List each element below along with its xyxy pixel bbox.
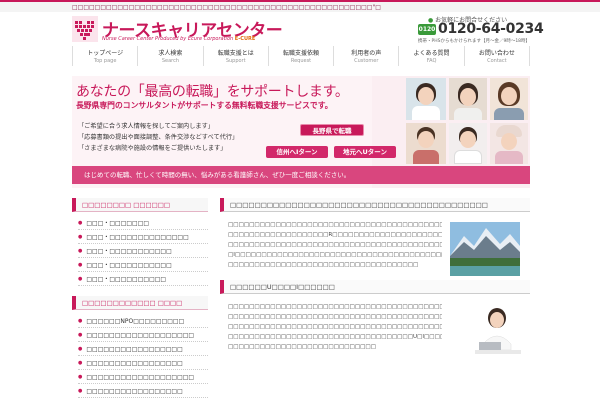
- sidebar-link[interactable]: □□□・□□□□□□□□□□□: [78, 244, 208, 258]
- sidebar-link[interactable]: □□□・□□□□□□□□□□: [78, 272, 208, 286]
- nav-sublabel: Contact: [487, 58, 507, 64]
- freedial-icon: 0120: [418, 24, 436, 35]
- site-logo[interactable]: ナースキャリアセンター Nurse Career Center Produced…: [72, 16, 283, 46]
- mountain-landscape-image: [450, 222, 520, 276]
- photo-woman-smiling: [490, 78, 528, 120]
- nav-label: 求人検索: [158, 50, 183, 57]
- contact-info: ● お気軽にお問合せください 0120 0120-64-0234 携帯・PHSか…: [418, 15, 544, 47]
- shinshu-i-turn-button[interactable]: 信州へIターン: [266, 146, 328, 158]
- nav-sublabel: Support: [225, 58, 246, 64]
- text-line: □□□□□□□□□□□□□□□□□□□R□□□□□□□□□□□□□□□□□□□□…: [228, 232, 442, 238]
- jimoto-u-turn-button[interactable]: 地元へUターン: [334, 146, 396, 158]
- text-line: □□□□□□□□□□□□□□□□□□□□□□□□□□□□□□□□□□□□□□□□…: [228, 324, 442, 330]
- sidebar-link[interactable]: □□□□□□□□□□□□□□□□□: [78, 356, 208, 370]
- announcement-text: □□□□□□□□□□□□□□□□□□□□□□□□□□□□□□□□□□□□□□□□…: [72, 4, 381, 11]
- hero-feature: 「応募書類の提出や面接調整、条件交渉などすべて代行」: [78, 134, 239, 141]
- sidebar-link[interactable]: □□□□□□□□□□□□□□□□□: [78, 342, 208, 356]
- section-body: □□□□□□□□□□□□□□□□□□□□□□□□□□□□ □□□□□□□□□□□□…: [220, 294, 530, 362]
- sidebar: □□□□□□□□ □□□□□□ □□□・□□□□□□□ □□□・□□□□□□□□…: [72, 198, 208, 400]
- text-line: □□□□□□□□□□□□□□□□□□□□□□□□□□□□□□□□□□□□□□□□…: [228, 222, 442, 228]
- section-title: □□□□□□U□□□□I□□□□□□: [220, 280, 530, 294]
- nav-sublabel: Search: [161, 58, 180, 64]
- text-line: □□□□□□□□□□□□□□□□□□□□□□□□□□□□□□□□□□□U□I□□…: [228, 334, 442, 340]
- phone-number[interactable]: 0120-64-0234: [438, 21, 544, 37]
- top-announcement-bar: □□□□□□□□□□□□□□□□□□□□□□□□□□□□□□□□□□□□□□□□…: [0, 0, 600, 12]
- nav-sublabel: Top page: [93, 58, 117, 64]
- text-line: □□□□□□□□□□□□□□□□□□□□□□□□□□□□□□□□□□□□□□□□…: [228, 314, 442, 320]
- sidebar-link[interactable]: □□□・□□□□□□□□□□□□□□: [78, 230, 208, 244]
- nav-top[interactable]: トップページ Top page: [72, 46, 137, 66]
- section-title: □□□□□□□□□□□□□□□□□□□□□□□□□□□□□□□□□□□□□□□□…: [220, 198, 530, 212]
- nav-faq[interactable]: よくある質問 FAQ: [398, 46, 463, 66]
- text-line: □□□□□□□□□□□□□□□□□□□□□□□□□□□□□□□□□□□□□□□□…: [228, 242, 442, 248]
- section-text: □□□□□□□□□□□□□□□□□□□□□□□□□□□□ □□□□□□□□□□□□…: [228, 302, 442, 352]
- photo-nurse-white: [449, 123, 487, 164]
- sidebar-list: □□□・□□□□□□□ □□□・□□□□□□□□□□□□□□ □□□・□□□□□…: [72, 212, 208, 288]
- nav-contact[interactable]: お問い合わせ Contact: [463, 46, 530, 66]
- logo-brand: E-CURE: [234, 36, 256, 42]
- nav-sublabel: FAQ: [426, 58, 437, 64]
- hero-feature-list: 「ご希望に合う求人情報を探してご案内します」 「応募書類の提出や面接調整、条件交…: [78, 121, 238, 154]
- text-line: □□□□□□□□□□□□□□□□□□□□□□□□□□□□□□□□□□□□: [228, 262, 419, 268]
- sidebar-link[interactable]: □□□□□□□□□□□□□□□□□□□: [78, 370, 208, 384]
- sidebar-link[interactable]: □□□□□□NPO□□□□□□□□□: [78, 314, 208, 328]
- nav-support[interactable]: 転職支援とは Support: [202, 46, 268, 66]
- nav-label: お問い合わせ: [478, 50, 515, 57]
- text-line: □□□□□□□□□□□□□□□□□□□□□□□□□□□□□□□□□□□□□□□□…: [228, 304, 442, 310]
- photo-nurse-smiling: [406, 78, 446, 120]
- text-line: □I□□□□□□□□□□□□□□□□□□□□□□□□□□□□□□□□□□□□□□…: [228, 252, 442, 258]
- hero-consult-message: はじめての転職、忙しくて時間の無い、悩みがある看護師さん、ぜひ一度ご相談ください…: [72, 166, 530, 184]
- nav-sublabel: Customer: [354, 58, 379, 64]
- photo-child: [406, 123, 446, 164]
- nav-label: 転職支援とは: [217, 50, 254, 57]
- nagano-job-change-button[interactable]: 長野県で転職: [300, 124, 364, 136]
- nurse-at-laptop-image: [475, 304, 521, 354]
- sidebar-link[interactable]: □□□・□□□□□□□□□□□: [78, 258, 208, 272]
- logo-tagline-text: Nurse Career Center Produced by Ecure Co…: [102, 36, 234, 42]
- section-text: □□□□□□□□□□□□□□□□□□□□□□□□□□□□□□□□□□□□ □□□□…: [228, 220, 442, 270]
- nav-label: よくある質問: [413, 50, 450, 57]
- nav-search[interactable]: 求人検索 Search: [137, 46, 202, 66]
- photo-woman-portrait: [449, 78, 487, 120]
- photo-woman-hat: [490, 123, 528, 164]
- nav-request[interactable]: 転職支援依頼 Request: [267, 46, 333, 66]
- nav-sublabel: Request: [290, 58, 312, 64]
- sidebar-link[interactable]: □□□□□□□□□□□□□□□□□: [78, 384, 208, 398]
- sidebar-section-title: □□□□□□□□ □□□□□□: [72, 198, 208, 212]
- main-content: □□□□□□□□□□□□□□□□□□□□□□□□□□□□□□□□□□□□□□□□…: [220, 198, 530, 362]
- hero-banner: あなたの「最高の転職」をサポートします。 長野県専門のコンサルタントがサポートす…: [72, 76, 530, 188]
- sidebar-link[interactable]: □□□□□□□□□□□□□□□□□□□: [78, 328, 208, 342]
- heart-logo-icon: [72, 16, 98, 42]
- site-header: ナースキャリアセンター Nurse Career Center Produced…: [0, 12, 600, 46]
- hero-feature: 「さまざまな病院や施設の情報をご提供いたします」: [78, 145, 227, 152]
- sidebar-link[interactable]: □□□・□□□□□□□: [78, 216, 208, 230]
- nav-label: 転職支援依頼: [282, 50, 319, 57]
- sidebar-list: □□□□□□NPO□□□□□□□□□ □□□□□□□□□□□□□□□□□□□ □…: [72, 310, 208, 400]
- nav-customer[interactable]: 利用者の声 Customer: [333, 46, 398, 66]
- text-line: □□□□□□□□□□□□□□□□□□□□□□□□□□□□: [228, 344, 376, 350]
- sidebar-section-title: □□□□□□□□□□□□ □□□□: [72, 296, 208, 310]
- hero-feature: 「ご希望に合う求人情報を探してご案内します」: [78, 123, 214, 130]
- phone-hours: 携帯・PHSからもかけられます【月～金／9時～18時】: [418, 39, 531, 44]
- section-body: □□□□□□□□□□□□□□□□□□□□□□□□□□□□□□□□□□□□ □□□□…: [220, 212, 530, 280]
- hero-headline: あなたの「最高の転職」をサポートします。: [76, 84, 349, 100]
- nav-label: トップページ: [87, 50, 124, 57]
- hero-subheadline: 長野県専門のコンサルタントがサポートする無料転職支援サービスです。: [76, 101, 333, 110]
- global-nav: トップページ Top page 求人検索 Search 転職支援とは Support …: [72, 46, 530, 66]
- nav-label: 利用者の声: [351, 50, 382, 57]
- logo-tagline: Nurse Career Center Produced by Ecure Co…: [102, 36, 255, 42]
